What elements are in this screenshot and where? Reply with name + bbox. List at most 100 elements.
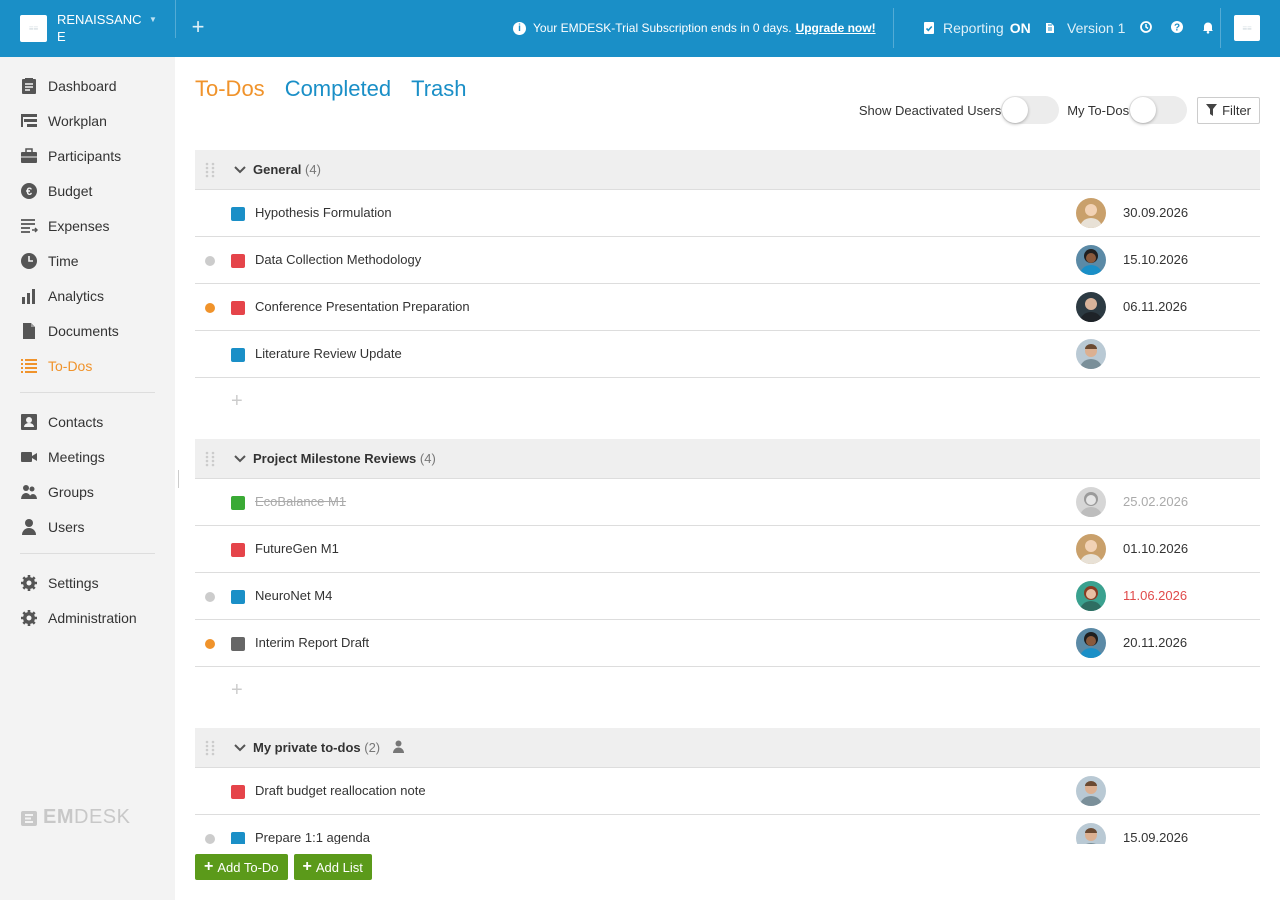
todo-title[interactable]: NeuroNet M4 bbox=[255, 588, 332, 603]
group-icon bbox=[21, 485, 37, 499]
sidebar-item-contacts[interactable]: Contacts bbox=[0, 408, 175, 436]
todo-title[interactable]: FutureGen M1 bbox=[255, 541, 339, 556]
chevron-down-icon[interactable]: ▼ bbox=[149, 15, 157, 24]
filter-button[interactable]: Filter bbox=[1197, 96, 1260, 124]
todo-row[interactable]: Literature Review Update bbox=[195, 331, 1260, 378]
add-icon[interactable]: + bbox=[188, 14, 208, 40]
due-date[interactable]: 15.09.2026 bbox=[1123, 830, 1188, 844]
avatar[interactable] bbox=[1076, 245, 1106, 275]
list-header[interactable]: General (4) bbox=[195, 150, 1260, 190]
todo-title[interactable]: Data Collection Methodology bbox=[255, 252, 421, 267]
avatar[interactable] bbox=[1076, 339, 1106, 369]
sidebar-item-time[interactable]: Time bbox=[0, 247, 175, 275]
plus-icon: + bbox=[204, 858, 214, 875]
show-deactivated-toggle[interactable] bbox=[1001, 96, 1060, 124]
avatar[interactable] bbox=[1076, 581, 1106, 611]
tab-trash[interactable]: Trash bbox=[411, 76, 466, 102]
todo-title[interactable]: Conference Presentation Preparation bbox=[255, 299, 470, 314]
due-date[interactable]: 20.11.2026 bbox=[1123, 635, 1187, 650]
priority-marker bbox=[231, 496, 245, 510]
due-date[interactable]: 11.06.2026 bbox=[1123, 588, 1187, 603]
contact-icon bbox=[21, 414, 37, 430]
list-actions: + Add To-Do + Add List bbox=[195, 854, 372, 880]
todo-row[interactable]: EcoBalance M1 25.02.2026 bbox=[195, 479, 1260, 526]
history-icon[interactable] bbox=[1139, 20, 1153, 34]
todo-row[interactable]: Prepare 1:1 agenda 15.09.2026 bbox=[195, 815, 1260, 844]
org-logo[interactable]: ≡≡ bbox=[20, 15, 47, 42]
todo-row[interactable]: Hypothesis Formulation 30.09.2026 bbox=[195, 190, 1260, 237]
due-date[interactable]: 30.09.2026 bbox=[1123, 205, 1188, 220]
todo-row[interactable]: Draft budget reallocation note bbox=[195, 768, 1260, 815]
todo-title[interactable]: Prepare 1:1 agenda bbox=[255, 830, 370, 844]
avatar[interactable] bbox=[1076, 628, 1106, 658]
bell-icon[interactable] bbox=[1201, 20, 1215, 34]
my-todos-toggle[interactable] bbox=[1129, 96, 1188, 124]
avatar[interactable] bbox=[1076, 776, 1106, 806]
help-icon[interactable]: ? bbox=[1170, 20, 1184, 34]
drag-handle-icon[interactable] bbox=[205, 740, 215, 756]
sidebar-resize-handle[interactable] bbox=[178, 470, 179, 488]
reporting-toggle[interactable]: Reporting ON bbox=[922, 18, 1031, 38]
svg-text:€: € bbox=[26, 186, 32, 198]
sidebar-item-analytics[interactable]: Analytics bbox=[0, 282, 175, 310]
sidebar-item-dashboard[interactable]: Dashboard bbox=[0, 72, 175, 100]
show-deactivated-label: Show Deactivated Users bbox=[858, 102, 1002, 118]
user-menu[interactable]: ≡≡ bbox=[1234, 15, 1260, 41]
todo-title[interactable]: Literature Review Update bbox=[255, 346, 402, 361]
todo-title[interactable]: Hypothesis Formulation bbox=[255, 205, 392, 220]
emdesk-logo: EM DESK bbox=[20, 806, 130, 829]
chevron-down-icon[interactable] bbox=[233, 164, 247, 176]
tab-todos[interactable]: To-Dos bbox=[195, 76, 265, 102]
avatar[interactable] bbox=[1076, 823, 1106, 844]
drag-handle-icon[interactable] bbox=[205, 162, 215, 178]
todo-row[interactable]: Conference Presentation Preparation 06.1… bbox=[195, 284, 1260, 331]
avatar[interactable] bbox=[1076, 292, 1106, 322]
sidebar-item-meetings[interactable]: Meetings bbox=[0, 443, 175, 471]
sidebar-item-users[interactable]: Users bbox=[0, 513, 175, 541]
chevron-down-icon[interactable] bbox=[233, 742, 247, 754]
header-divider bbox=[175, 0, 176, 38]
sidebar-item-budget[interactable]: € Budget bbox=[0, 177, 175, 205]
todo-row[interactable]: NeuroNet M4 11.06.2026 bbox=[195, 573, 1260, 620]
tab-completed[interactable]: Completed bbox=[285, 76, 391, 102]
due-date[interactable]: 01.10.2026 bbox=[1123, 541, 1188, 556]
chevron-down-icon[interactable] bbox=[233, 453, 247, 465]
upgrade-link[interactable]: Upgrade now! bbox=[796, 21, 876, 35]
todo-title[interactable]: Interim Report Draft bbox=[255, 635, 369, 650]
gear-icon bbox=[21, 575, 37, 591]
drag-handle-icon[interactable] bbox=[205, 451, 215, 467]
plus-icon[interactable]: + bbox=[231, 390, 243, 413]
avatar[interactable] bbox=[1076, 487, 1106, 517]
todo-title[interactable]: EcoBalance M1 bbox=[255, 494, 346, 509]
todo-row[interactable]: Data Collection Methodology 15.10.2026 bbox=[195, 237, 1260, 284]
sidebar-item-expenses[interactable]: Expenses bbox=[0, 212, 175, 240]
avatar[interactable] bbox=[1076, 198, 1106, 228]
todo-row[interactable]: FutureGen M1 01.10.2026 bbox=[195, 526, 1260, 573]
list-header[interactable]: Project Milestone Reviews (4) bbox=[195, 439, 1260, 479]
sidebar-item-settings[interactable]: Settings bbox=[0, 569, 175, 597]
sidebar-item-administration[interactable]: Administration bbox=[0, 604, 175, 632]
todo-title[interactable]: Draft budget reallocation note bbox=[255, 783, 426, 798]
list-header[interactable]: My private to-dos (2) bbox=[195, 728, 1260, 768]
todo-row[interactable]: Interim Report Draft 20.11.2026 bbox=[195, 620, 1260, 667]
plus-icon[interactable]: + bbox=[231, 679, 243, 702]
status-dot bbox=[205, 592, 215, 602]
due-date[interactable]: 25.02.2026 bbox=[1123, 494, 1188, 509]
list-title: My private to-dos (2) bbox=[253, 740, 405, 755]
my-todos-label: My To-Dos bbox=[1067, 102, 1130, 118]
document-icon bbox=[23, 323, 35, 339]
due-date[interactable]: 15.10.2026 bbox=[1123, 252, 1188, 267]
org-name[interactable]: RENAISSANCE bbox=[57, 11, 147, 45]
sidebar-item-participants[interactable]: Participants bbox=[0, 142, 175, 170]
sidebar-item-groups[interactable]: Groups bbox=[0, 478, 175, 506]
sidebar-item-documents[interactable]: Documents bbox=[0, 317, 175, 345]
priority-marker bbox=[231, 543, 245, 557]
clipboard-icon bbox=[22, 78, 36, 94]
sidebar-item-todos[interactable]: To-Dos bbox=[0, 352, 175, 380]
sidebar-item-workplan[interactable]: Workplan bbox=[0, 107, 175, 135]
add-list-button[interactable]: + Add List bbox=[293, 854, 372, 880]
due-date[interactable]: 06.11.2026 bbox=[1123, 299, 1187, 314]
version-selector[interactable]: Version 1 bbox=[1043, 18, 1125, 38]
avatar[interactable] bbox=[1076, 534, 1106, 564]
add-todo-button[interactable]: + Add To-Do bbox=[195, 854, 288, 880]
